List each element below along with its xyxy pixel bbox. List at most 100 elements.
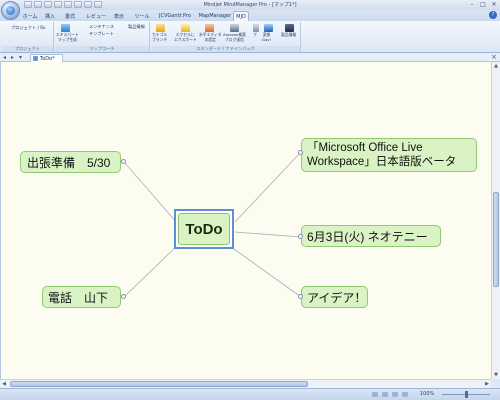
tab-next-icon[interactable]: ▸: [11, 54, 14, 61]
scroll-left-icon[interactable]: ◀: [0, 380, 8, 388]
tab-list-icon[interactable]: ▾: [19, 54, 22, 61]
topic-text: 出張準備 5/30: [27, 155, 111, 170]
ribbon-group-addins: カテゴル ブランチ エクセルに エクスポート 水平エディタ の設定 Amazon…: [151, 22, 301, 52]
connector-lines: [123, 151, 302, 298]
maintenance-button[interactable]: メンテナンス: [89, 24, 114, 30]
group-label: マップコーチ: [55, 46, 149, 52]
ribbon-group-project: プロジェクト / Ru プロジェクト: [2, 22, 54, 52]
collapse-knob[interactable]: [298, 234, 303, 239]
maximize-icon[interactable]: □: [479, 1, 487, 8]
topic-node[interactable]: 出張準備 5/30: [20, 151, 121, 173]
tab-tools[interactable]: ツール: [134, 11, 150, 21]
topic-text: 6月3日(火) ネオテニー: [307, 229, 428, 244]
ribbon-tabs: ホーム 挿入 書式 レビュー 表示 ツール JCVGantt Pro MapMa…: [0, 10, 500, 21]
topic-text: 電話 山下: [48, 290, 109, 305]
tab-review[interactable]: レビュー: [85, 11, 107, 21]
button-label-2: Gov!: [262, 36, 272, 42]
status-bar: 100%: [0, 388, 500, 400]
topic-node[interactable]: アイデア！: [301, 286, 368, 308]
tab-jcvgantt[interactable]: JCVGantt Pro: [158, 11, 192, 21]
blog-icon: [253, 24, 259, 32]
vertical-scroll-thumb[interactable]: [493, 192, 499, 287]
topic-node[interactable]: 電話 山下: [42, 286, 121, 308]
tab-format[interactable]: 書式: [64, 11, 76, 21]
zoom-level: 100%: [420, 391, 435, 397]
window-controls: – □ ✕: [468, 1, 498, 8]
document-tabs: ◂ ▸ ▾ ToDo* ×: [0, 53, 500, 62]
horizontal-editor-icon: [205, 24, 214, 32]
help-icon[interactable]: ?: [489, 11, 497, 19]
map-document-icon: [33, 56, 38, 61]
excel-export-button[interactable]: エクセルに エクスポート: [174, 32, 197, 42]
tab-prev-icon[interactable]: ◂: [3, 54, 6, 61]
expert-label-2: マップ生成: [57, 36, 77, 42]
excel-export-icon: [181, 24, 190, 32]
collapse-knob[interactable]: [121, 294, 126, 299]
window-title: Mindjet MindManager Pro - [マップ1*]: [203, 2, 297, 8]
convert-gov-icon: [264, 24, 273, 32]
expert-icon: [61, 24, 70, 32]
close-document-icon[interactable]: ×: [491, 53, 497, 61]
amazon-search-icon: [230, 24, 239, 32]
tab-view[interactable]: 表示: [113, 11, 125, 21]
expert-button[interactable]: エキスパート マップ生成: [56, 32, 79, 42]
button-label-2: の設定: [204, 36, 216, 42]
mindmap-canvas[interactable]: 出張準備 5/30 電話 山下 ToDo 「Microsoft Office L…: [0, 62, 491, 379]
office-logo-icon: [6, 6, 15, 15]
group-label: プロジェクト: [2, 46, 53, 52]
view-normal-icon[interactable]: [382, 392, 388, 397]
template-button[interactable]: テンプレート: [89, 31, 114, 37]
view-outline-icon[interactable]: [392, 392, 398, 397]
tab-mjd[interactable]: MJD: [233, 11, 249, 21]
horizontal-scrollbar[interactable]: ◀ ▶: [0, 379, 491, 388]
tab-home[interactable]: ホーム: [22, 11, 38, 21]
document-tab-label: ToDo*: [40, 55, 55, 62]
topic-node[interactable]: 6月3日(火) ネオテニー: [301, 225, 441, 247]
ribbon: プロジェクト / Ru プロジェクト エキスパート マップ生成 メンテナンス テ…: [0, 21, 500, 53]
connector-line: [123, 161, 179, 225]
topic-node[interactable]: 「Microsoft Office Live Workspace」日本語版ベータ: [301, 138, 477, 172]
group-label: スタンダード / アドインパック: [151, 46, 300, 52]
central-topic-text: ToDo: [178, 213, 230, 245]
topic-text: アイデア！: [307, 290, 367, 305]
button-label-2: ブログ送信: [224, 36, 244, 42]
horizontal-editor-button[interactable]: 水平エディタ の設定: [199, 32, 222, 42]
connector-line: [234, 231, 302, 238]
ribbon-group-mapcoach: エキスパート マップ生成 メンテナンス テンプレート 製品情報 マップコーチ: [55, 22, 150, 52]
scroll-right-icon[interactable]: ▶: [483, 380, 491, 388]
title-bar: Mindjet MindManager Pro - [マップ1*] – □ ✕: [0, 0, 500, 10]
view-gantt-icon[interactable]: [402, 392, 408, 397]
close-icon[interactable]: ✕: [490, 1, 498, 8]
button-label-2: エクスポート: [174, 36, 197, 42]
category-branch-icon: [156, 24, 165, 32]
minimize-icon[interactable]: –: [468, 1, 476, 8]
central-topic[interactable]: ToDo: [174, 209, 234, 249]
scroll-down-icon[interactable]: ▼: [492, 371, 500, 379]
office-button[interactable]: [1, 1, 20, 20]
tab-mapmanager[interactable]: MapManager: [199, 11, 231, 21]
product-info-button-2[interactable]: 製品情報: [281, 32, 297, 38]
collapse-knob[interactable]: [298, 294, 303, 299]
button-label-1: 製品情報: [281, 32, 297, 37]
document-tab[interactable]: ToDo*: [30, 54, 63, 62]
product-info-icon: [285, 24, 294, 32]
collapse-knob[interactable]: [298, 150, 303, 155]
button-label-1: ブ: [253, 32, 257, 37]
amazon-search-button[interactable]: Amazon検索 ブログ送信: [223, 32, 246, 42]
scroll-up-icon[interactable]: ▲: [492, 62, 500, 70]
collapse-knob[interactable]: [121, 159, 126, 164]
button-label-2: ブランチ: [152, 36, 168, 42]
product-info-button[interactable]: 製品情報: [128, 24, 145, 30]
convert-gov-button[interactable]: 変換 Gov!: [262, 32, 272, 42]
zoom-slider-thumb[interactable]: [465, 391, 468, 398]
blog-button[interactable]: ブ: [253, 32, 257, 38]
topic-text: 「Microsoft Office Live Workspace」日本語版ベータ: [307, 142, 457, 168]
project-button[interactable]: プロジェクト / Ru: [11, 25, 46, 31]
connector-line: [226, 243, 302, 298]
connector-line: [234, 151, 302, 223]
tab-insert[interactable]: 挿入: [44, 11, 56, 21]
category-branch-button[interactable]: カテゴル ブランチ: [152, 32, 168, 42]
horizontal-scroll-thumb[interactable]: [10, 381, 308, 387]
vertical-scrollbar[interactable]: ▲ ▼: [491, 62, 500, 379]
filter-icon[interactable]: [372, 392, 378, 397]
